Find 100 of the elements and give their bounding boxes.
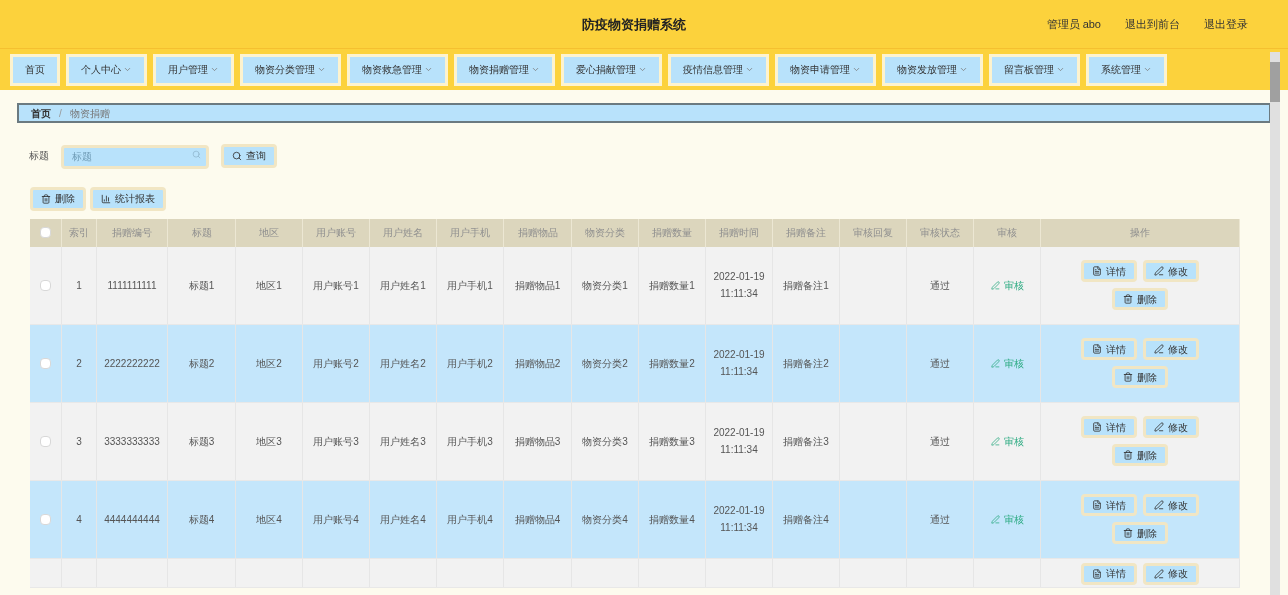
column-header: 捐赠备注	[786, 226, 826, 240]
detail-button[interactable]: 详情	[1081, 416, 1137, 438]
table-cell-text: 4	[76, 512, 82, 527]
nav-item[interactable]: 物资分类管理	[240, 53, 341, 86]
column-header: 审核状态	[920, 226, 960, 240]
header-link[interactable]: 退出登录	[1204, 15, 1248, 33]
trash-icon	[1123, 450, 1133, 460]
nav-item[interactable]: 用户管理	[153, 53, 234, 86]
edit-button[interactable]: 修改	[1143, 494, 1199, 516]
table-cell-text: 标题2	[188, 356, 215, 371]
chevron-down-icon	[210, 65, 219, 74]
table-cell-text: 2022-01-19 11:11:34	[712, 504, 766, 535]
breadcrumb-item: 物资捐赠	[69, 106, 110, 121]
edit-button[interactable]: 修改	[1143, 562, 1199, 585]
table-cell-text: 物资分类2	[582, 356, 628, 371]
nav-item[interactable]: 首页	[10, 53, 60, 86]
nav-item[interactable]: 物资申请管理	[775, 53, 876, 86]
table-cell-text: 捐赠数量1	[649, 278, 695, 293]
search-icon	[192, 150, 201, 159]
checkbox[interactable]	[40, 513, 51, 525]
column-header: 捐赠数量	[652, 226, 692, 240]
detail-button[interactable]: 详情	[1081, 562, 1137, 585]
delete-button[interactable]: 删除	[1112, 366, 1168, 388]
header-link[interactable]: 退出到前台	[1125, 15, 1180, 33]
pen-icon	[990, 358, 1000, 368]
column-header: 捐赠物品	[517, 226, 558, 240]
table-cell-text: 用户手机1	[447, 278, 493, 293]
table-cell-text: 捐赠物品2	[514, 356, 561, 371]
table-cell-text: 2022-01-19 11:11:34	[712, 348, 766, 379]
edit-button[interactable]: 修改	[1143, 260, 1199, 282]
table-cell-text: 用户姓名1	[380, 278, 426, 293]
bar-chart-icon	[101, 193, 111, 204]
checkbox[interactable]	[40, 357, 51, 369]
column-header: 用户手机	[450, 226, 490, 240]
column-header: 用户账号	[316, 226, 356, 240]
checkbox[interactable]	[40, 279, 51, 291]
search-button[interactable]: 查询	[221, 143, 277, 168]
document-icon	[1092, 500, 1102, 510]
user-name: 管理员 abo	[1046, 16, 1101, 32]
checkbox[interactable]	[40, 435, 51, 447]
column-header: 审核	[997, 226, 1017, 240]
nav-item[interactable]: 个人中心	[66, 53, 147, 86]
search-field[interactable]: 标题	[61, 144, 209, 169]
report-button[interactable]: 统计报表	[90, 186, 166, 211]
chevron-down-icon	[317, 65, 326, 74]
chevron-down-icon	[123, 65, 132, 74]
table-cell-text: 物资分类4	[582, 512, 628, 527]
pen-icon	[990, 436, 1000, 446]
nav-item[interactable]: 留言板管理	[989, 53, 1080, 86]
table-cell-text: 用户手机4	[447, 512, 493, 527]
checkbox[interactable]	[40, 227, 51, 238]
table-cell-text: 捐赠数量3	[649, 434, 695, 449]
nav-item[interactable]: 物资发放管理	[882, 53, 983, 86]
table-cell-text: 2222222222	[104, 356, 160, 371]
table-cell-text: 用户账号4	[313, 512, 359, 527]
nav-item[interactable]: 物资救急管理	[347, 53, 448, 86]
table-cell-text: 用户手机2	[447, 356, 493, 371]
table-cell-text: 捐赠备注4	[783, 512, 829, 527]
table-cell-text: 用户姓名2	[380, 356, 426, 371]
nav-item[interactable]: 物资捐赠管理	[454, 53, 555, 86]
chevron-down-icon	[424, 65, 433, 74]
chevron-down-icon	[638, 65, 647, 74]
table-cell-text: 1	[76, 278, 82, 293]
pen-icon	[1154, 422, 1164, 432]
nav-item[interactable]: 爱心捐献管理	[561, 53, 662, 86]
nav-item[interactable]: 系统管理	[1086, 53, 1167, 86]
table-cell-text: 2022-01-19 11:11:34	[712, 426, 766, 457]
table-cell-text: 捐赠数量4	[649, 512, 695, 527]
trash-icon	[1123, 294, 1133, 304]
document-icon	[1092, 568, 1102, 579]
table-cell-text: 用户姓名3	[380, 434, 426, 449]
breadcrumb-item[interactable]: 首页	[31, 105, 51, 121]
detail-button[interactable]: 详情	[1081, 260, 1137, 282]
pen-icon	[990, 280, 1000, 290]
table-cell-text: 用户账号1	[313, 278, 359, 293]
window-title: 防疫物资捐赠系统	[582, 16, 686, 34]
table-cell-text: 4444444444	[104, 512, 160, 527]
table-cell-text: 地区1	[256, 278, 282, 293]
table-cell-text: 用户姓名4	[380, 512, 426, 527]
column-header: 物资分类	[585, 226, 625, 240]
table-cell-text: 1111111111	[107, 278, 157, 293]
delete-button[interactable]: 删除	[30, 186, 86, 211]
edit-button[interactable]: 修改	[1143, 416, 1199, 438]
edit-button[interactable]: 修改	[1143, 338, 1199, 360]
delete-button[interactable]: 删除	[1112, 444, 1168, 466]
detail-button[interactable]: 详情	[1081, 494, 1137, 516]
table-cell-text: 用户账号3	[313, 434, 359, 449]
delete-button[interactable]: 删除	[1112, 522, 1168, 544]
chevron-down-icon	[745, 65, 754, 74]
table-cell-text: 捐赠备注1	[783, 278, 829, 293]
pen-icon	[1154, 568, 1164, 579]
detail-button[interactable]: 详情	[1081, 338, 1137, 360]
search-icon	[232, 150, 242, 161]
trash-icon	[1123, 372, 1133, 382]
column-header: 用户姓名	[383, 226, 423, 240]
delete-button[interactable]: 删除	[1112, 288, 1168, 310]
nav-item[interactable]: 疫情信息管理	[668, 53, 769, 86]
column-header: 标题	[191, 226, 212, 240]
chevron-down-icon	[531, 65, 540, 74]
table-cell-text: 地区4	[256, 512, 282, 527]
